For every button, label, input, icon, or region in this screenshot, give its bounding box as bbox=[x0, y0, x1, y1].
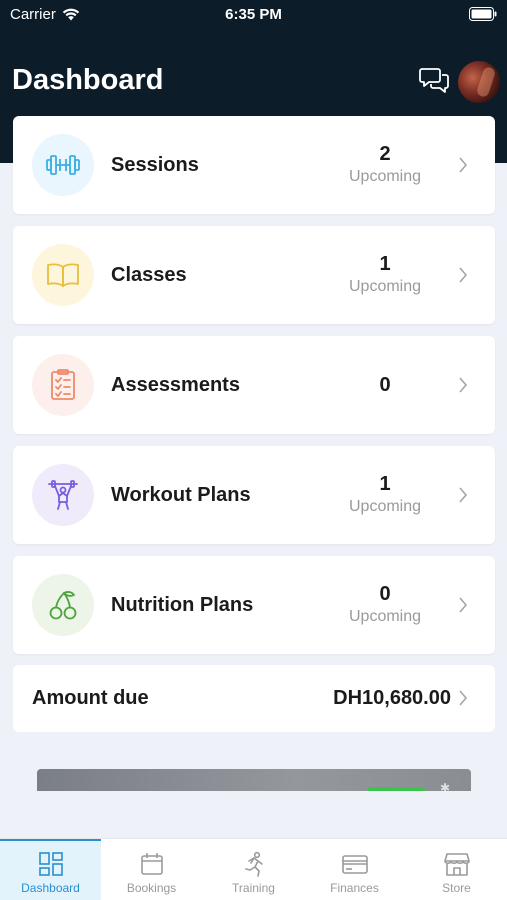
runner-icon bbox=[244, 851, 263, 877]
sessions-count-sub: Upcoming bbox=[348, 168, 422, 185]
promo-banner[interactable]: ✱ bbox=[37, 769, 471, 791]
chevron-right-icon bbox=[459, 597, 468, 613]
barbell-icon bbox=[48, 480, 78, 510]
amount-due-value: DH10,680.00 bbox=[333, 687, 451, 709]
banner-star-icon: ✱ bbox=[440, 781, 451, 791]
workout-plans-count-number: 1 bbox=[379, 473, 391, 495]
tab-dashboard-label: Dashboard bbox=[21, 881, 80, 895]
tab-training-label: Training bbox=[232, 881, 275, 895]
tab-dashboard[interactable]: Dashboard bbox=[0, 839, 101, 900]
workout-plans-count-sub: Upcoming bbox=[348, 498, 422, 515]
amount-due-card[interactable]: Amount due DH10,680.00 bbox=[13, 665, 495, 732]
assessments-count-number: 0 bbox=[379, 374, 391, 396]
nutrition-plans-count: 0 Upcoming bbox=[335, 582, 435, 628]
battery-icon bbox=[469, 7, 497, 21]
nutrition-plans-label: Nutrition Plans bbox=[111, 593, 254, 616]
assessments-card[interactable]: Assessments 0 bbox=[13, 336, 495, 434]
nutrition-plans-card[interactable]: Nutrition Plans 0 Upcoming bbox=[13, 556, 495, 654]
tab-finances-label: Finances bbox=[330, 881, 379, 895]
sessions-card[interactable]: Sessions 2 Upcoming bbox=[13, 116, 495, 214]
calendar-icon bbox=[140, 853, 163, 875]
dashboard-grid-icon bbox=[38, 852, 63, 876]
cherries-icon bbox=[49, 591, 77, 620]
workout-plans-card[interactable]: Workout Plans 1 Upcoming bbox=[13, 446, 495, 544]
book-icon bbox=[47, 263, 79, 287]
page-title: Dashboard bbox=[12, 64, 164, 96]
nutrition-plans-count-sub: Upcoming bbox=[348, 608, 422, 625]
tab-store[interactable]: Store bbox=[406, 839, 507, 900]
chat-icon[interactable] bbox=[419, 66, 449, 94]
dumbbell-icon bbox=[46, 155, 80, 175]
assessments-count: 0 bbox=[335, 373, 435, 397]
sessions-count: 2 Upcoming bbox=[335, 142, 435, 188]
sessions-label: Sessions bbox=[111, 153, 199, 176]
classes-label: Classes bbox=[111, 263, 187, 286]
classes-card[interactable]: Classes 1 Upcoming bbox=[13, 226, 495, 324]
tab-bookings[interactable]: Bookings bbox=[101, 839, 202, 900]
sessions-count-number: 2 bbox=[379, 143, 391, 165]
chevron-right-icon bbox=[459, 690, 468, 706]
workout-plans-label: Workout Plans bbox=[111, 483, 251, 506]
workout-plans-count: 1 Upcoming bbox=[335, 472, 435, 518]
chevron-right-icon bbox=[459, 377, 468, 393]
tab-training[interactable]: Training bbox=[203, 839, 304, 900]
chevron-right-icon bbox=[459, 487, 468, 503]
credit-card-icon bbox=[341, 855, 368, 874]
tab-store-label: Store bbox=[442, 881, 471, 895]
classes-count-sub: Upcoming bbox=[348, 278, 422, 295]
status-time: 6:35 PM bbox=[225, 6, 282, 23]
workout-plans-icon-circle bbox=[32, 464, 94, 526]
nutrition-plans-count-number: 0 bbox=[379, 583, 391, 605]
nutrition-plans-icon-circle bbox=[32, 574, 94, 636]
chevron-right-icon bbox=[459, 267, 468, 283]
banner-green-bar bbox=[367, 787, 425, 791]
chevron-right-icon bbox=[459, 157, 468, 173]
tab-bar: Dashboard Bookings Training Finances Sto… bbox=[0, 838, 507, 900]
assessments-label: Assessments bbox=[111, 373, 240, 396]
status-bar: Carrier 6:35 PM bbox=[0, 0, 507, 28]
classes-count-number: 1 bbox=[379, 253, 391, 275]
classes-count: 1 Upcoming bbox=[335, 252, 435, 298]
assessments-icon-circle bbox=[32, 354, 94, 416]
sessions-icon-circle bbox=[32, 134, 94, 196]
tab-bookings-label: Bookings bbox=[126, 881, 177, 895]
checklist-icon bbox=[51, 369, 75, 400]
amount-due-label: Amount due bbox=[32, 687, 149, 709]
tab-finances[interactable]: Finances bbox=[304, 839, 405, 900]
avatar[interactable] bbox=[458, 61, 500, 103]
classes-icon-circle bbox=[32, 244, 94, 306]
store-icon bbox=[443, 853, 470, 876]
